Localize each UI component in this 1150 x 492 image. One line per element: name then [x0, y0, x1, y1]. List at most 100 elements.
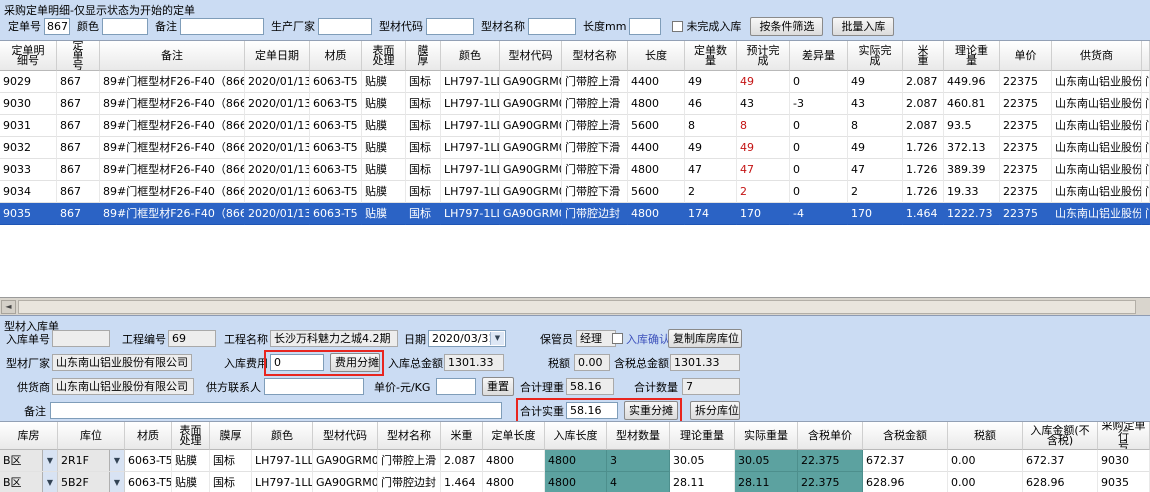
combo-cell[interactable]: B区▼: [0, 450, 58, 472]
column-header[interactable]: 理论重量: [670, 422, 735, 450]
column-header[interactable]: 材质: [310, 41, 362, 71]
column-header[interactable]: 型材名称: [378, 422, 441, 450]
column-header[interactable]: 预计完 成: [737, 41, 790, 71]
unit-price-input[interactable]: [436, 378, 476, 395]
table-row[interactable]: 903586789#门框型材F26-F40（866+867）2020/01/13…: [0, 203, 1150, 225]
filter-input[interactable]: [180, 18, 264, 35]
scroll-left-button[interactable]: ◄: [1, 300, 16, 314]
table-row[interactable]: 903186789#门框型材F26-F40（866+867）2020/01/13…: [0, 115, 1150, 137]
contact-input[interactable]: [264, 378, 364, 395]
fee-input[interactable]: 0: [270, 354, 324, 371]
column-header[interactable]: 理论重 量: [944, 41, 1000, 71]
column-header[interactable]: 米重: [441, 422, 483, 450]
cell: 门带腔上滑: [378, 450, 441, 472]
cell: 8: [685, 115, 737, 137]
batch-inbound-button[interactable]: 批量入库: [832, 17, 894, 36]
column-header[interactable]: 税额: [948, 422, 1023, 450]
calendar-dropdown-icon[interactable]: ▼: [490, 332, 504, 345]
filter-input[interactable]: [426, 18, 474, 35]
table-row[interactable]: 903486789#门框型材F26-F40（866+867）2020/01/13…: [0, 181, 1150, 203]
column-header[interactable]: 备注: [100, 41, 245, 71]
table-row[interactable]: 903386789#门框型材F26-F40（866+867）2020/01/13…: [0, 159, 1150, 181]
combo-cell[interactable]: B区▼: [0, 472, 58, 492]
horizontal-scrollbar[interactable]: ◄: [0, 297, 1150, 315]
column-header[interactable]: 供货商: [1052, 41, 1142, 71]
column-header[interactable]: 入库金额(不 含税): [1023, 422, 1098, 450]
actual-weight-label: 合计实重: [520, 405, 564, 418]
column-header[interactable]: 单价: [1000, 41, 1052, 71]
column-header[interactable]: 含税金额: [863, 422, 948, 450]
cell: LH797-1LL0: [252, 450, 313, 472]
column-header[interactable]: 定单长度: [483, 422, 545, 450]
table-row[interactable]: B区▼2R1F▼6063-T5贴膜国标LH797-1LL0GA90GRM03门带…: [0, 450, 1150, 472]
cell: 628.96: [1023, 472, 1098, 492]
cell: 43: [848, 93, 903, 115]
filter-input[interactable]: 867: [44, 18, 70, 35]
fee-apportion-button[interactable]: 费用分摊: [330, 353, 380, 372]
chevron-down-icon[interactable]: ▼: [42, 450, 57, 471]
cell: 30.05: [670, 450, 735, 472]
remark-input[interactable]: [50, 402, 502, 419]
filter-input[interactable]: [629, 18, 661, 35]
column-header[interactable]: 库房: [0, 422, 58, 450]
column-header[interactable]: 米 重: [903, 41, 944, 71]
column-header[interactable]: 材质: [125, 422, 172, 450]
combo-cell[interactable]: 2R1F▼: [58, 450, 125, 472]
column-header[interactable]: 含税单价: [798, 422, 863, 450]
table-row[interactable]: 903086789#门框型材F26-F40（866+867）2020/01/13…: [0, 93, 1150, 115]
cell: 22375: [1000, 159, 1052, 181]
column-header[interactable]: 表面 处理: [172, 422, 210, 450]
actual-weight-input[interactable]: 58.16: [566, 402, 618, 419]
table-row[interactable]: 903286789#门框型材F26-F40（866+867）2020/01/13…: [0, 137, 1150, 159]
cell: 国标: [406, 181, 441, 203]
column-header[interactable]: 型材数量: [607, 422, 670, 450]
table-row[interactable]: B区▼5B2F▼6063-T5贴膜国标LH797-1LL0GA90GRM05门带…: [0, 472, 1150, 492]
cell: GA90GRM03: [313, 450, 378, 472]
cell: -3: [790, 93, 848, 115]
column-header[interactable]: 定单数 量: [685, 41, 737, 71]
cell: 47: [685, 159, 737, 181]
inbound-panel: 型材入库单 入库单号 工程编号 69 工程名称 长沙万科魅力之城4.2期 日期 …: [0, 315, 1150, 492]
inbound-confirm-checkbox[interactable]: [612, 333, 623, 344]
filter-by-condition-button[interactable]: 按条件筛选: [750, 17, 823, 36]
filter-input[interactable]: [318, 18, 372, 35]
actual-apportion-button[interactable]: 实重分摊: [624, 401, 678, 420]
reset-button[interactable]: 重置: [482, 377, 514, 396]
column-header[interactable]: 定 单 号: [57, 41, 100, 71]
cell: 山东南山铝业股份有限公司: [1052, 203, 1142, 225]
scrollbar-thumb[interactable]: [18, 300, 1136, 314]
column-header[interactable]: 差异量: [790, 41, 848, 71]
column-header[interactable]: 定单日期: [245, 41, 310, 71]
column-header[interactable]: 采购定单行 号: [1098, 422, 1150, 450]
date-combobox[interactable]: 2020/03/31▼: [428, 330, 506, 347]
column-header[interactable]: 长度: [628, 41, 685, 71]
unfinished-checkbox[interactable]: [672, 21, 683, 32]
column-header[interactable]: 颜色: [441, 41, 500, 71]
column-header[interactable]: [1142, 41, 1150, 71]
cell: GA90GRM05: [500, 203, 562, 225]
table-row[interactable]: 902986789#门框型材F26-F40（866+867）2020/01/13…: [0, 71, 1150, 93]
column-header[interactable]: 膜厚: [210, 422, 252, 450]
copy-warehouse-button[interactable]: 复制库房库位: [668, 329, 742, 348]
column-header[interactable]: 实际重量: [735, 422, 798, 450]
combo-cell[interactable]: 5B2F▼: [58, 472, 125, 492]
filter-input[interactable]: [528, 18, 576, 35]
cell: 30.05: [735, 450, 798, 472]
column-header[interactable]: 颜色: [252, 422, 313, 450]
cell: GA90GRM03: [500, 71, 562, 93]
column-header[interactable]: 膜 厚: [406, 41, 441, 71]
column-header[interactable]: 表面 处理: [362, 41, 406, 71]
split-location-button[interactable]: 拆分库位: [690, 401, 740, 420]
chevron-down-icon[interactable]: ▼: [109, 450, 124, 471]
chevron-down-icon[interactable]: ▼: [42, 472, 57, 492]
column-header[interactable]: 实际完 成: [848, 41, 903, 71]
column-header[interactable]: 库位: [58, 422, 125, 450]
filter-input[interactable]: [102, 18, 148, 35]
chevron-down-icon[interactable]: ▼: [109, 472, 124, 492]
column-header[interactable]: 定单明 细号: [0, 41, 57, 71]
cell: GA90GRM05: [313, 472, 378, 492]
column-header[interactable]: 入库长度: [545, 422, 607, 450]
column-header[interactable]: 型材代码: [500, 41, 562, 71]
column-header[interactable]: 型材名称: [562, 41, 628, 71]
column-header[interactable]: 型材代码: [313, 422, 378, 450]
